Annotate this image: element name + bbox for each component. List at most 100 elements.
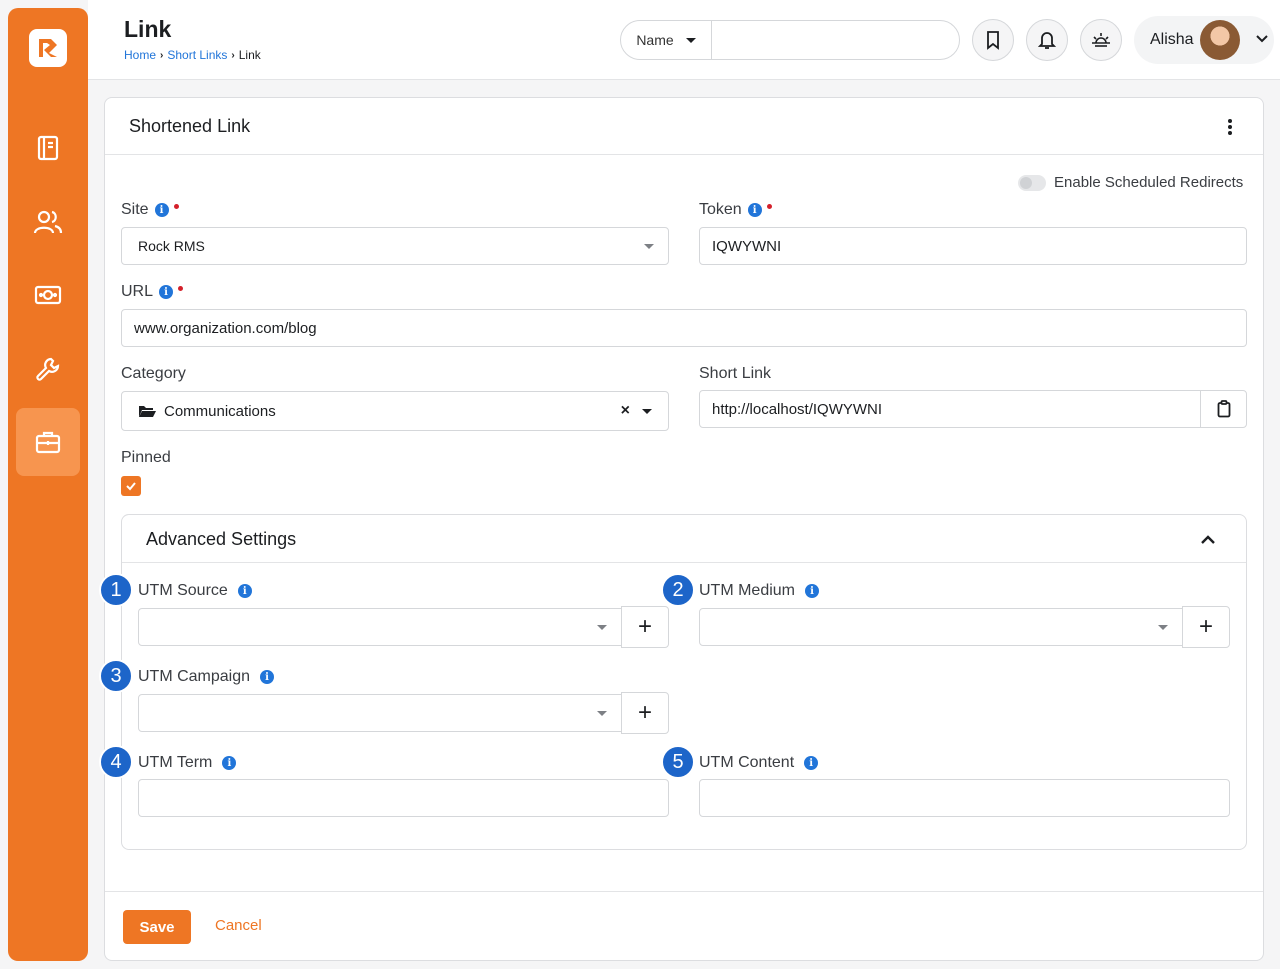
utm-source-label-row: UTM Source i: [138, 582, 252, 600]
card-title: Shortened Link: [129, 116, 251, 136]
short-link-label-row: Short Link: [699, 365, 771, 383]
add-utm-source-button[interactable]: +: [621, 606, 669, 648]
checkmark-icon: [126, 482, 136, 491]
chevron-up-icon[interactable]: [1200, 533, 1216, 545]
info-icon[interactable]: i: [747, 203, 762, 217]
copy-button[interactable]: [1200, 390, 1247, 428]
card-header: Shortened Link: [105, 98, 1263, 155]
add-utm-medium-button[interactable]: +: [1182, 606, 1230, 648]
advanced-settings-header[interactable]: Advanced Settings: [122, 515, 1246, 563]
add-utm-campaign-button[interactable]: +: [621, 692, 669, 734]
pinned-label-row: Pinned: [121, 449, 171, 467]
search-type-label: Name: [636, 32, 674, 48]
site-label: Site: [121, 201, 149, 218]
token-label: Token: [699, 201, 742, 218]
url-label-row: URL i: [121, 283, 184, 301]
bookmark-button[interactable]: [972, 19, 1014, 61]
callout-badge: 3: [99, 659, 133, 693]
sidebar-item-book[interactable]: [16, 114, 80, 182]
info-icon[interactable]: i: [805, 584, 820, 598]
caret-down-icon[interactable]: [642, 408, 652, 414]
chevron-right-icon: ›: [231, 49, 235, 61]
category-picker[interactable]: Communications ×: [121, 391, 669, 431]
callout-badge: 5: [661, 745, 695, 779]
scheduled-redirects-label: Enable Scheduled Redirects: [1054, 174, 1244, 191]
folder-open-icon: [139, 406, 156, 417]
search-bar: Name: [620, 20, 960, 60]
url-input[interactable]: www.organization.com/blog: [121, 309, 1247, 347]
avatar: [1200, 20, 1240, 60]
required-indicator: [173, 203, 179, 209]
shortened-link-card: Shortened Link Enable Scheduled Redirect…: [104, 97, 1264, 961]
info-icon[interactable]: i: [154, 203, 169, 217]
utm-term-input[interactable]: [138, 779, 669, 817]
caret-down-icon: [597, 624, 607, 630]
breadcrumb-current: Link: [238, 48, 261, 62]
utm-campaign-select[interactable]: [138, 694, 622, 732]
callout-badge: 4: [99, 745, 133, 779]
category-label-row: Category: [121, 365, 186, 383]
sidebar-item-finance[interactable]: [16, 261, 80, 329]
plus-icon: +: [1198, 613, 1213, 640]
url-label: URL: [121, 283, 154, 300]
scheduled-redirects-toggle-row: Enable Scheduled Redirects: [1018, 174, 1243, 191]
more-options-icon[interactable]: [1227, 118, 1233, 136]
caret-down-icon: [644, 243, 654, 249]
site-select[interactable]: Rock RMS: [121, 227, 669, 265]
bookmark-icon: [987, 31, 999, 50]
required-indicator: [766, 203, 772, 209]
theme-toggle-button[interactable]: [1080, 19, 1122, 61]
utm-medium-label: UTM Medium: [699, 582, 796, 599]
breadcrumb: Home › Short Links › Link: [124, 48, 261, 62]
breadcrumb-home[interactable]: Home: [124, 48, 156, 62]
utm-source-select[interactable]: [138, 608, 622, 646]
scheduled-redirects-toggle[interactable]: [1018, 174, 1046, 191]
utm-campaign-label-row: UTM Campaign i: [138, 668, 275, 686]
page-title: Link: [124, 16, 172, 42]
info-icon[interactable]: i: [260, 670, 275, 684]
search-type-dropdown[interactable]: Name: [621, 21, 712, 59]
save-button[interactable]: Save: [123, 910, 191, 944]
rock-logo-icon[interactable]: [29, 29, 67, 67]
info-icon[interactable]: i: [222, 756, 237, 770]
utm-content-label: UTM Content: [699, 754, 795, 771]
wrench-icon: [36, 357, 60, 381]
callout-badge: 2: [661, 573, 695, 607]
search-input[interactable]: [712, 21, 959, 59]
category-label: Category: [121, 365, 186, 382]
utm-term-label: UTM Term: [138, 754, 213, 771]
money-icon: [34, 285, 62, 305]
info-icon[interactable]: i: [237, 584, 252, 598]
caret-down-icon: [685, 37, 696, 43]
sidebar-item-tools[interactable]: [16, 408, 80, 476]
utm-source-label: UTM Source: [138, 582, 228, 599]
user-name: Alisha: [1150, 31, 1194, 48]
user-menu[interactable]: Alisha: [1134, 16, 1274, 64]
breadcrumb-short-links[interactable]: Short Links: [167, 48, 227, 62]
token-input[interactable]: IQWYWNI: [699, 227, 1247, 265]
advanced-settings-title: Advanced Settings: [146, 529, 297, 549]
chevron-down-icon: [1256, 35, 1268, 43]
bell-icon: [1038, 32, 1056, 49]
info-icon[interactable]: i: [804, 756, 819, 770]
clear-icon[interactable]: ×: [621, 402, 630, 420]
site-label-row: Site i: [121, 201, 179, 219]
sidebar-item-people[interactable]: [16, 188, 80, 256]
notifications-button[interactable]: [1026, 19, 1068, 61]
callout-badge: 1: [99, 573, 133, 607]
token-value: IQWYWNI: [712, 237, 782, 255]
utm-campaign-label: UTM Campaign: [138, 668, 251, 685]
category-value: Communications: [164, 402, 276, 420]
info-icon[interactable]: i: [159, 285, 174, 299]
utm-medium-select[interactable]: [699, 608, 1183, 646]
pinned-checkbox[interactable]: [121, 476, 141, 496]
clipboard-icon: [1217, 400, 1230, 418]
caret-down-icon: [597, 710, 607, 716]
utm-content-input[interactable]: [699, 779, 1230, 817]
required-indicator: [178, 285, 184, 291]
sidebar-item-admin-tools[interactable]: [16, 335, 80, 403]
short-link-input[interactable]: http://localhost/IQWYWNI: [699, 390, 1201, 428]
site-value: Rock RMS: [138, 238, 205, 254]
chevron-right-icon: ›: [160, 49, 164, 61]
cancel-button[interactable]: Cancel: [215, 917, 262, 934]
